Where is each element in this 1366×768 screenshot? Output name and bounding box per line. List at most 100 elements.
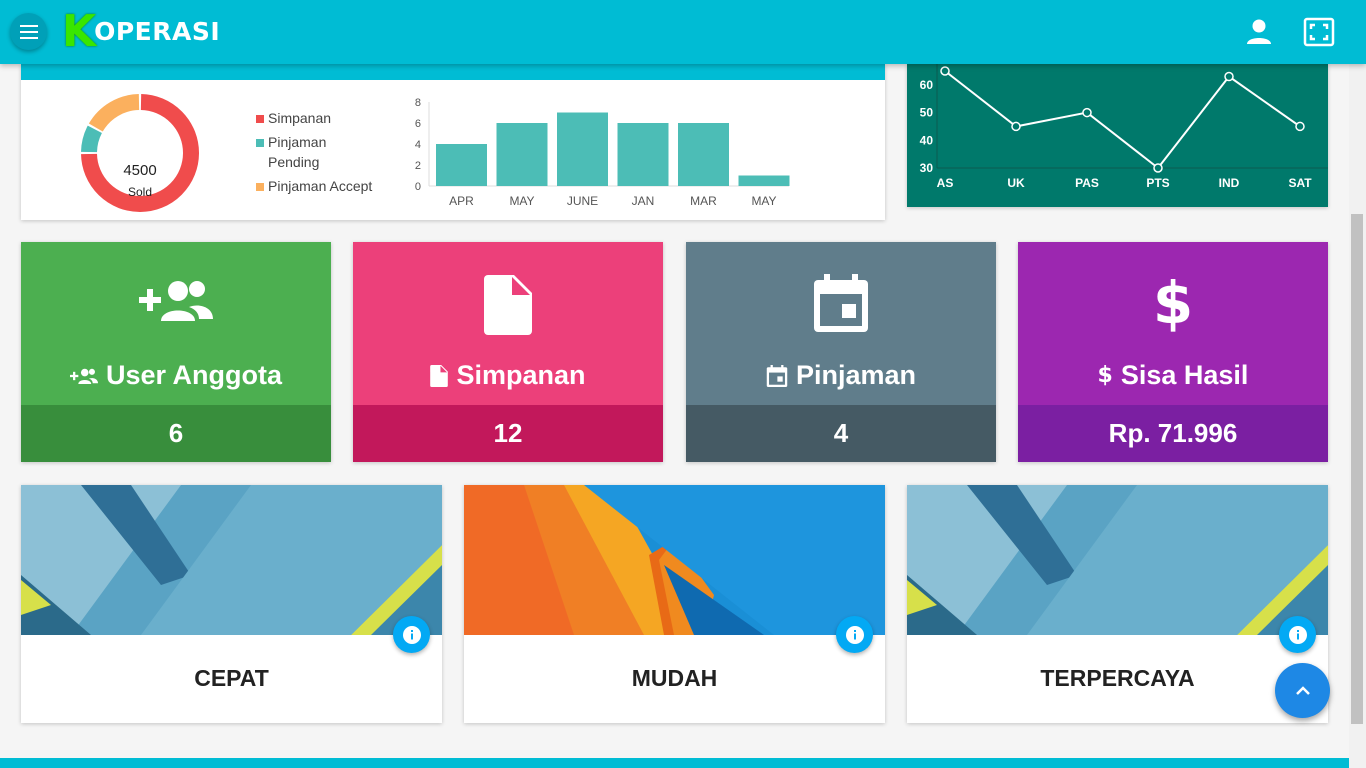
file-icon xyxy=(484,275,532,335)
bar xyxy=(557,112,608,186)
tile-label: User Anggota xyxy=(105,360,282,390)
account-icon xyxy=(1247,19,1271,44)
feature-card-cepat: CEPAT xyxy=(21,485,442,723)
dollar-icon: $ xyxy=(1097,363,1113,388)
bar-y-tick: 2 xyxy=(415,160,421,172)
menu-icon xyxy=(19,24,38,39)
tile-value: 6 xyxy=(21,405,331,462)
bar-x-tick: MAY xyxy=(509,194,534,208)
bar xyxy=(678,123,729,186)
bar-x-tick: APR xyxy=(449,194,474,208)
legend-item: Pinjaman Accept xyxy=(256,176,386,196)
legend-item: Pinjaman Pending xyxy=(256,132,386,172)
scroll-top-button[interactable] xyxy=(1275,663,1330,718)
feature-title: CEPAT xyxy=(194,665,269,691)
bar-x-tick: JUNE xyxy=(567,194,598,208)
info-button[interactable] xyxy=(1279,616,1316,653)
bar xyxy=(738,175,790,186)
line-point xyxy=(1082,107,1092,118)
account-button[interactable] xyxy=(1244,18,1274,46)
legend-label: Pinjaman Accept xyxy=(268,178,373,194)
legend-swatch xyxy=(256,139,264,147)
line-y-tick: 40 xyxy=(920,133,934,147)
tile-pinjaman[interactable]: Pinjaman 4 xyxy=(686,242,996,462)
footer-strip xyxy=(0,758,1349,768)
logo-initial: K xyxy=(62,6,97,57)
legend-swatch xyxy=(256,183,264,191)
feature-banner-image xyxy=(21,485,442,635)
donut-slice xyxy=(88,94,140,132)
bar xyxy=(496,123,548,186)
info-icon xyxy=(402,625,421,644)
line-point xyxy=(1011,121,1021,132)
bar-x-tick: MAY xyxy=(751,194,776,208)
line-x-tick: AS xyxy=(937,176,954,190)
line-y-tick: 30 xyxy=(920,161,934,175)
tile-simpanan[interactable]: Simpanan 12 xyxy=(353,242,663,462)
info-button[interactable] xyxy=(836,616,873,653)
donut-slice xyxy=(81,125,103,153)
tile-user-anggota[interactable]: User Anggota 6 xyxy=(21,242,331,462)
bar-y-tick: 4 xyxy=(415,139,421,151)
legend-swatch xyxy=(256,115,264,123)
calendar-icon xyxy=(766,364,788,387)
app-logo[interactable]: K OPERASI xyxy=(62,10,220,54)
feature-card-mudah: MUDAH xyxy=(464,485,885,723)
tile-label: Pinjaman xyxy=(795,360,917,390)
bar-x-tick: JAN xyxy=(632,194,655,208)
info-icon xyxy=(1288,625,1307,644)
feature-title: TERPERCAYA xyxy=(1040,665,1195,691)
group-add-icon xyxy=(69,368,98,384)
donut-center-value: 4500 xyxy=(123,162,156,179)
tile-sisa-hasil[interactable]: $ $ Sisa Hasil Rp. 71.996 xyxy=(1018,242,1328,462)
line-point xyxy=(1224,71,1234,82)
tile-value: 4 xyxy=(686,405,996,462)
line-x-tick: UK xyxy=(1007,176,1025,190)
sales-chart-card: 4500 Sold Simpanan Pinjaman Pending Pinj… xyxy=(21,64,885,220)
line-point xyxy=(1295,121,1305,132)
legend-item: Simpanan xyxy=(256,108,386,128)
info-button[interactable] xyxy=(393,616,430,653)
menu-button[interactable] xyxy=(10,13,47,50)
logo-text: OPERASI xyxy=(94,17,221,46)
bar-chart: 0 2 4 6 8 APR MAY JUNE JAN MAR MAY xyxy=(415,97,790,208)
feature-banner-image xyxy=(907,485,1328,635)
bar xyxy=(617,123,669,186)
scrollbar[interactable] xyxy=(1349,64,1366,768)
line-point xyxy=(940,66,950,76)
line-x-tick: PAS xyxy=(1075,176,1099,190)
line-point xyxy=(1153,163,1163,173)
feature-banner-image xyxy=(464,485,885,635)
line-series xyxy=(944,70,1301,170)
feature-card-terpercaya: TERPERCAYA xyxy=(907,485,1328,723)
tile-value: Rp. 71.996 xyxy=(1018,405,1328,462)
line-y-tick: 50 xyxy=(920,106,934,120)
line-y-tick: 60 xyxy=(920,78,934,92)
calendar-icon xyxy=(814,274,868,332)
line-x-tick: IND xyxy=(1219,176,1240,190)
fullscreen-icon xyxy=(1303,17,1335,47)
tile-top: User Anggota xyxy=(21,242,331,405)
bar xyxy=(436,144,487,186)
bar-x-tick: MAR xyxy=(690,194,717,208)
dollar-icon: $ xyxy=(1152,269,1194,337)
scrollbar-thumb[interactable] xyxy=(1351,214,1363,724)
tile-top: $ $ Sisa Hasil xyxy=(1018,242,1328,405)
legend-label: Pinjaman Pending xyxy=(268,134,327,170)
chevron-up-icon xyxy=(1295,685,1310,695)
tile-label: Sisa Hasil xyxy=(1120,360,1249,390)
bar-y-tick: 6 xyxy=(415,118,421,130)
file-icon xyxy=(430,364,449,387)
bar-y-tick: 0 xyxy=(415,181,421,193)
fullscreen-button[interactable] xyxy=(1303,17,1335,47)
line-x-tick: SAT xyxy=(1288,176,1312,190)
group-add-icon xyxy=(139,281,213,321)
tile-top: Pinjaman xyxy=(686,242,996,405)
tile-value: 12 xyxy=(353,405,663,462)
info-icon xyxy=(845,625,864,644)
tile-top: Simpanan xyxy=(353,242,663,405)
card-header-strip xyxy=(21,64,885,80)
line-chart-card: 30 40 50 60 AS UK PAS PTS IND SAT xyxy=(907,64,1328,207)
feature-title: MUDAH xyxy=(631,665,718,691)
donut-center-label: Sold xyxy=(128,185,152,199)
